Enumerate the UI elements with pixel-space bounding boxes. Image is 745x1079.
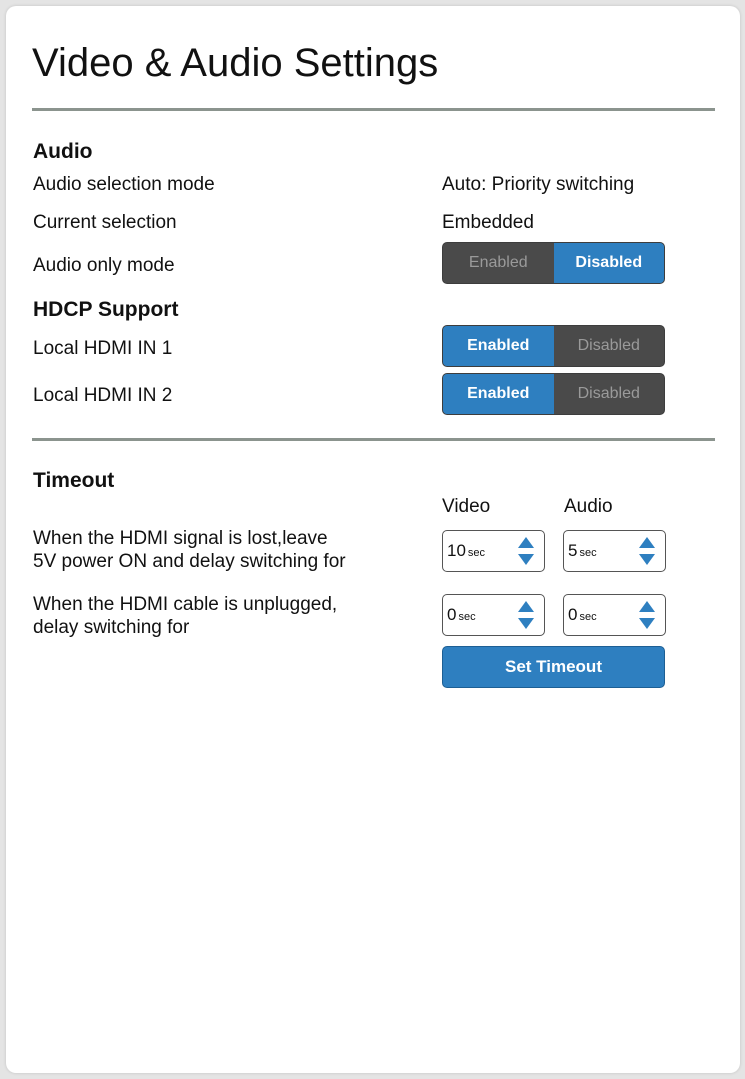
audio-selection-mode-value: Auto: Priority switching [442, 174, 635, 195]
audio-selection-mode-label: Audio selection mode [33, 174, 215, 195]
unit-label: sec [458, 611, 476, 623]
hdcp-input-1-label: Local HDMI IN 1 [33, 338, 173, 359]
cable-unplugged-audio-value-wrap: 0 sec [568, 605, 597, 627]
hdcp-input-2-enabled-option[interactable]: Enabled [443, 374, 554, 414]
unit-label: sec [579, 547, 597, 559]
cable-unplugged-label-line1: When the HDMI cable is unplugged, [33, 594, 338, 615]
audio-only-enabled-option[interactable]: Enabled [443, 243, 554, 283]
signal-lost-label-line1: When the HDMI signal is lost,leave [33, 528, 328, 549]
hdcp-input-2-label: Local HDMI IN 2 [33, 385, 173, 406]
set-timeout-button[interactable]: Set Timeout [442, 646, 665, 688]
divider [32, 108, 715, 111]
signal-lost-audio-value: 5 [568, 541, 578, 560]
decrement-icon[interactable] [639, 554, 655, 565]
settings-panel: Video & Audio Settings Audio Audio selec… [6, 6, 740, 1073]
cable-unplugged-label-line2: delay switching for [33, 617, 190, 638]
unit-label: sec [579, 611, 597, 623]
cable-unplugged-audio-stepper[interactable]: 0 sec [563, 594, 666, 636]
signal-lost-video-stepper[interactable]: 10 sec [442, 530, 545, 572]
signal-lost-audio-value-wrap: 5 sec [568, 541, 597, 563]
increment-icon[interactable] [518, 601, 534, 612]
increment-icon[interactable] [518, 537, 534, 548]
decrement-icon[interactable] [518, 554, 534, 565]
stepper-arrows [639, 535, 655, 567]
hdcp-input-1-disabled-option[interactable]: Disabled [554, 326, 665, 366]
stepper-arrows [518, 599, 534, 631]
signal-lost-audio-stepper[interactable]: 5 sec [563, 530, 666, 572]
audio-heading: Audio [33, 140, 93, 163]
audio-only-mode-toggle: Enabled Disabled [442, 242, 665, 284]
increment-icon[interactable] [639, 601, 655, 612]
cable-unplugged-video-value-wrap: 0 sec [447, 605, 476, 627]
cable-unplugged-audio-value: 0 [568, 605, 578, 624]
page-title: Video & Audio Settings [32, 41, 439, 85]
video-column-header: Video [442, 496, 491, 517]
unit-label: sec [467, 547, 486, 559]
current-selection-label: Current selection [33, 212, 177, 233]
stepper-arrows [518, 535, 534, 567]
hdcp-input-1-enabled-option[interactable]: Enabled [443, 326, 554, 366]
hdcp-input-2-toggle: Enabled Disabled [442, 373, 665, 415]
audio-column-header: Audio [564, 496, 613, 517]
signal-lost-video-value: 10 [447, 541, 466, 560]
current-selection-value: Embedded [442, 212, 534, 233]
signal-lost-label-line2: 5V power ON and delay switching for [33, 551, 346, 572]
divider [32, 438, 715, 441]
audio-only-mode-label: Audio only mode [33, 255, 175, 276]
hdcp-input-1-toggle: Enabled Disabled [442, 325, 665, 367]
audio-only-disabled-option[interactable]: Disabled [553, 243, 664, 283]
signal-lost-video-value-wrap: 10 sec [447, 541, 485, 563]
decrement-icon[interactable] [639, 618, 655, 629]
increment-icon[interactable] [639, 537, 655, 548]
hdcp-heading: HDCP Support [33, 298, 179, 321]
timeout-heading: Timeout [33, 469, 115, 492]
hdcp-input-2-disabled-option[interactable]: Disabled [554, 374, 665, 414]
cable-unplugged-video-value: 0 [447, 605, 457, 624]
decrement-icon[interactable] [518, 618, 534, 629]
cable-unplugged-video-stepper[interactable]: 0 sec [442, 594, 545, 636]
stepper-arrows [639, 599, 655, 631]
